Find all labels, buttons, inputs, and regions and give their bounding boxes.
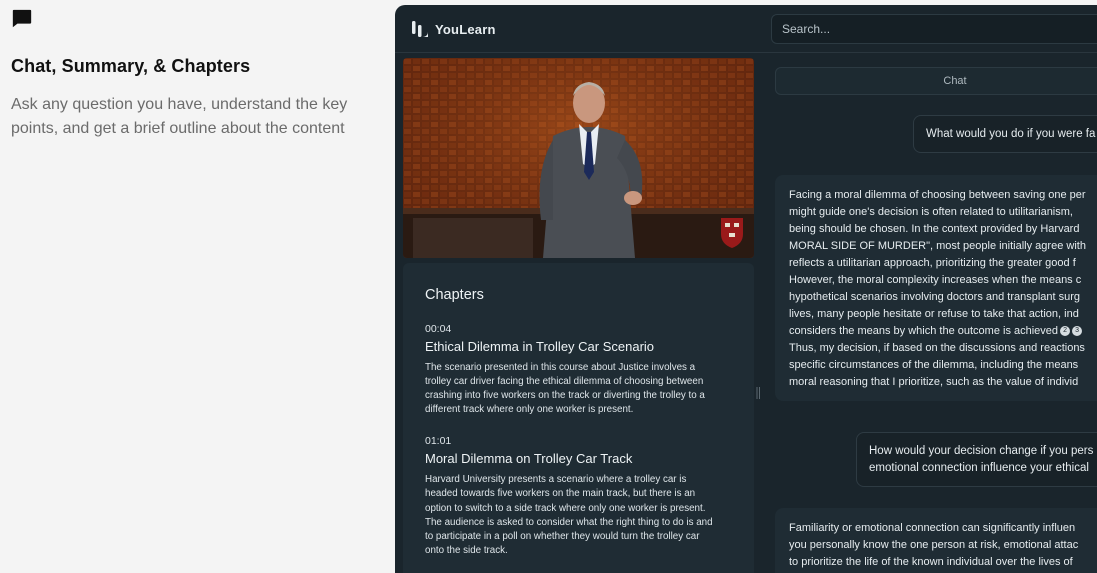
chat-bubble-icon xyxy=(12,9,32,28)
chapters-panel: Chapters 00:04 Ethical Dilemma in Trolle… xyxy=(403,263,754,573)
chapter-item[interactable]: 01:01 Moral Dilemma on Trolley Car Track… xyxy=(425,435,732,558)
chapter-timestamp: 00:04 xyxy=(425,323,452,335)
chapter-item[interactable]: 00:04 Ethical Dilemma in Trolley Car Sce… xyxy=(425,323,732,417)
feature-panel: Chat, Summary, & Chapters Ask any questi… xyxy=(11,8,381,141)
tab-chat[interactable]: Chat xyxy=(775,67,1097,95)
chapter-title: Ethical Dilemma in Trolley Car Scenario xyxy=(425,339,655,354)
chapters-heading: Chapters xyxy=(425,287,484,303)
citation-badge[interactable]: 2 xyxy=(1060,326,1071,336)
chapter-timestamp: 01:01 xyxy=(425,435,452,448)
video-player[interactable] xyxy=(403,58,754,258)
youlearn-logo-icon xyxy=(412,21,428,37)
chapter-description: The scenario presented in this course ab… xyxy=(425,362,705,416)
feature-title: Chat, Summary, & Chapters xyxy=(11,56,251,76)
resize-handle-icon[interactable] xyxy=(756,387,761,399)
video-frame-image xyxy=(403,58,754,258)
user-message: How would your decision change if you pe… xyxy=(856,432,1097,487)
chapter-title: Moral Dilemma on Trolley Car Track xyxy=(425,451,633,467)
app-window: YouLearn Search... Chapters 00:04 Ethica… xyxy=(395,5,1097,573)
brand-logo[interactable]: YouLearn xyxy=(411,20,496,38)
feature-description: Ask any question you have, understand th… xyxy=(11,96,348,137)
chat-panel: Chat What would you do if you were fa Fa… xyxy=(767,58,1097,573)
search-input[interactable] xyxy=(771,14,1097,44)
citation-badge[interactable]: 3 xyxy=(1072,326,1083,336)
assistant-message: Facing a moral dilemma of choosing betwe… xyxy=(775,175,1097,401)
top-bar: YouLearn xyxy=(395,5,1097,53)
chapter-description: Harvard University presents a scenario w… xyxy=(425,474,713,556)
assistant-message: Familiarity or emotional connection can … xyxy=(775,508,1097,573)
user-message: What would you do if you were fa xyxy=(913,115,1097,153)
brand-name: YouLearn xyxy=(435,21,496,37)
